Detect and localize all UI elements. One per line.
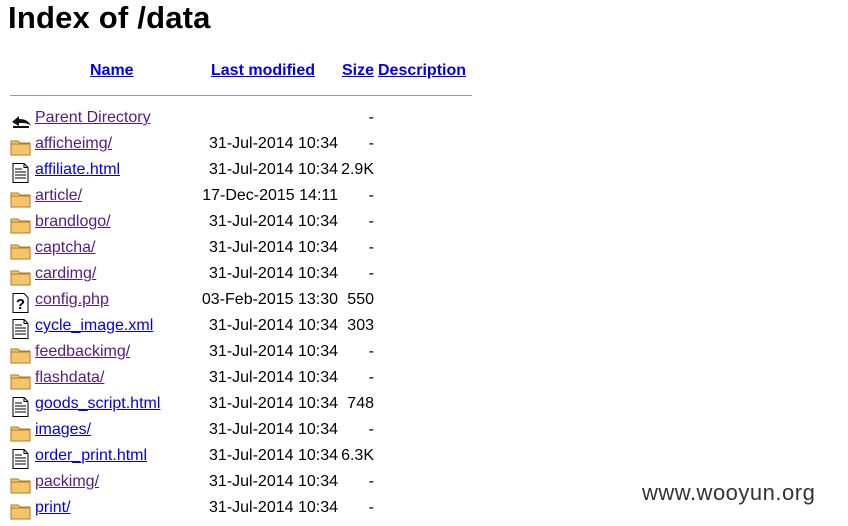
- entry-modified: 03-Feb-2015 13:30: [201, 291, 338, 308]
- folder-icon: [10, 189, 32, 209]
- listing-row: afficheimg/31-Jul-2014 10:34 -: [10, 133, 390, 159]
- entry-size: -: [368, 499, 374, 516]
- entry-link[interactable]: config.php: [35, 291, 109, 309]
- listing-row: brandlogo/31-Jul-2014 10:34 -: [10, 211, 390, 237]
- unknown-file-icon: ?: [10, 293, 32, 313]
- entry-link[interactable]: cardimg/: [35, 265, 96, 283]
- entry-size: -: [368, 265, 374, 282]
- entry-size: -: [368, 369, 374, 386]
- listing-row: packimg/31-Jul-2014 10:34 -: [10, 471, 390, 497]
- text-file-icon: [10, 319, 32, 339]
- entry-modified: 31-Jul-2014 10:34: [209, 265, 338, 282]
- page-title: Index of /data: [8, 0, 211, 35]
- entry-link[interactable]: print/: [35, 499, 71, 517]
- entry-link[interactable]: afficheimg/: [35, 135, 112, 153]
- entry-link[interactable]: flashdata/: [35, 369, 104, 387]
- folder-icon: [10, 475, 32, 495]
- entry-size: 6.3K: [341, 447, 374, 464]
- entry-size: 748: [347, 395, 374, 412]
- sort-by-description-link[interactable]: Description: [378, 62, 466, 80]
- entry-link[interactable]: Parent Directory: [35, 109, 151, 127]
- entry-modified: 31-Jul-2014 10:34: [209, 447, 338, 464]
- entry-modified: 31-Jul-2014 10:34: [209, 421, 338, 438]
- entry-modified: 17-Dec-2015 14:11: [202, 187, 338, 204]
- entry-modified: 31-Jul-2014 10:34: [209, 473, 338, 490]
- listing-row: order_print.html 31-Jul-2014 10:34 6.3K: [10, 445, 390, 471]
- listing-row: cycle_image.xml 31-Jul-2014 10:34 303: [10, 315, 390, 341]
- entry-modified: 31-Jul-2014 10:34: [209, 135, 338, 152]
- back-icon: [10, 111, 32, 131]
- entry-link[interactable]: affiliate.html: [35, 161, 120, 179]
- folder-icon: [10, 371, 32, 391]
- entry-link[interactable]: captcha/: [35, 239, 95, 257]
- entry-size: 2.9K: [341, 161, 374, 178]
- listing-row: article/17-Dec-2015 14:11 -: [10, 185, 390, 211]
- entry-link[interactable]: goods_script.html: [35, 395, 160, 413]
- listing-row: goods_script.html 31-Jul-2014 10:34 748: [10, 393, 390, 419]
- header-divider: [10, 95, 472, 96]
- entry-link[interactable]: images/: [35, 421, 91, 439]
- entry-modified: 31-Jul-2014 10:34: [209, 161, 338, 178]
- listing-row: images/31-Jul-2014 10:34 -: [10, 419, 390, 445]
- sort-by-size-link[interactable]: Size: [342, 62, 374, 80]
- folder-icon: [10, 215, 32, 235]
- listing-row: flashdata/31-Jul-2014 10:34 -: [10, 367, 390, 393]
- entry-size: -: [368, 213, 374, 230]
- text-file-icon: [10, 397, 32, 417]
- entry-size: -: [368, 187, 374, 204]
- listing-row: print/31-Jul-2014 10:34 -: [10, 497, 390, 523]
- sort-by-name-link[interactable]: Name: [90, 62, 134, 80]
- folder-icon: [10, 501, 32, 521]
- entry-size: -: [368, 421, 374, 438]
- folder-icon: [10, 137, 32, 157]
- watermark: www.wooyun.org: [642, 480, 816, 505]
- entry-modified: 31-Jul-2014 10:34: [209, 239, 338, 256]
- entry-size: 303: [347, 317, 374, 334]
- entry-link[interactable]: brandlogo/: [35, 213, 111, 231]
- text-file-icon: [10, 449, 32, 469]
- listing-row: ? config.php 03-Feb-2015 13:30 550: [10, 289, 390, 315]
- entry-size: 550: [347, 291, 374, 308]
- entry-modified: 31-Jul-2014 10:34: [209, 343, 338, 360]
- listing-row: feedbackimg/31-Jul-2014 10:34 -: [10, 341, 390, 367]
- svg-text:?: ?: [16, 296, 25, 313]
- listing-row: Parent Directory -: [10, 107, 390, 133]
- entry-link[interactable]: article/: [35, 187, 82, 205]
- entry-size: -: [368, 109, 374, 126]
- entry-link[interactable]: feedbackimg/: [35, 343, 130, 361]
- folder-icon: [10, 345, 32, 365]
- entry-link[interactable]: packimg/: [35, 473, 99, 491]
- text-file-icon: [10, 163, 32, 183]
- entry-size: -: [368, 239, 374, 256]
- entry-size: -: [368, 135, 374, 152]
- listing-row: captcha/31-Jul-2014 10:34 -: [10, 237, 390, 263]
- entry-link[interactable]: cycle_image.xml: [35, 317, 153, 335]
- entry-modified: 31-Jul-2014 10:34: [209, 499, 338, 516]
- sort-by-last-modified-link[interactable]: Last modified: [211, 62, 315, 80]
- listing-row: cardimg/31-Jul-2014 10:34 -: [10, 263, 390, 289]
- entry-size: -: [368, 343, 374, 360]
- entry-modified: 31-Jul-2014 10:34: [209, 317, 338, 334]
- entry-modified: 31-Jul-2014 10:34: [209, 213, 338, 230]
- folder-icon: [10, 267, 32, 287]
- entry-link[interactable]: order_print.html: [35, 447, 147, 465]
- entry-size: -: [368, 473, 374, 490]
- folder-icon: [10, 241, 32, 261]
- folder-icon: [10, 423, 32, 443]
- listing-row: affiliate.html 31-Jul-2014 10:34 2.9K: [10, 159, 390, 185]
- entry-modified: 31-Jul-2014 10:34: [209, 369, 338, 386]
- entry-modified: 31-Jul-2014 10:34: [209, 395, 338, 412]
